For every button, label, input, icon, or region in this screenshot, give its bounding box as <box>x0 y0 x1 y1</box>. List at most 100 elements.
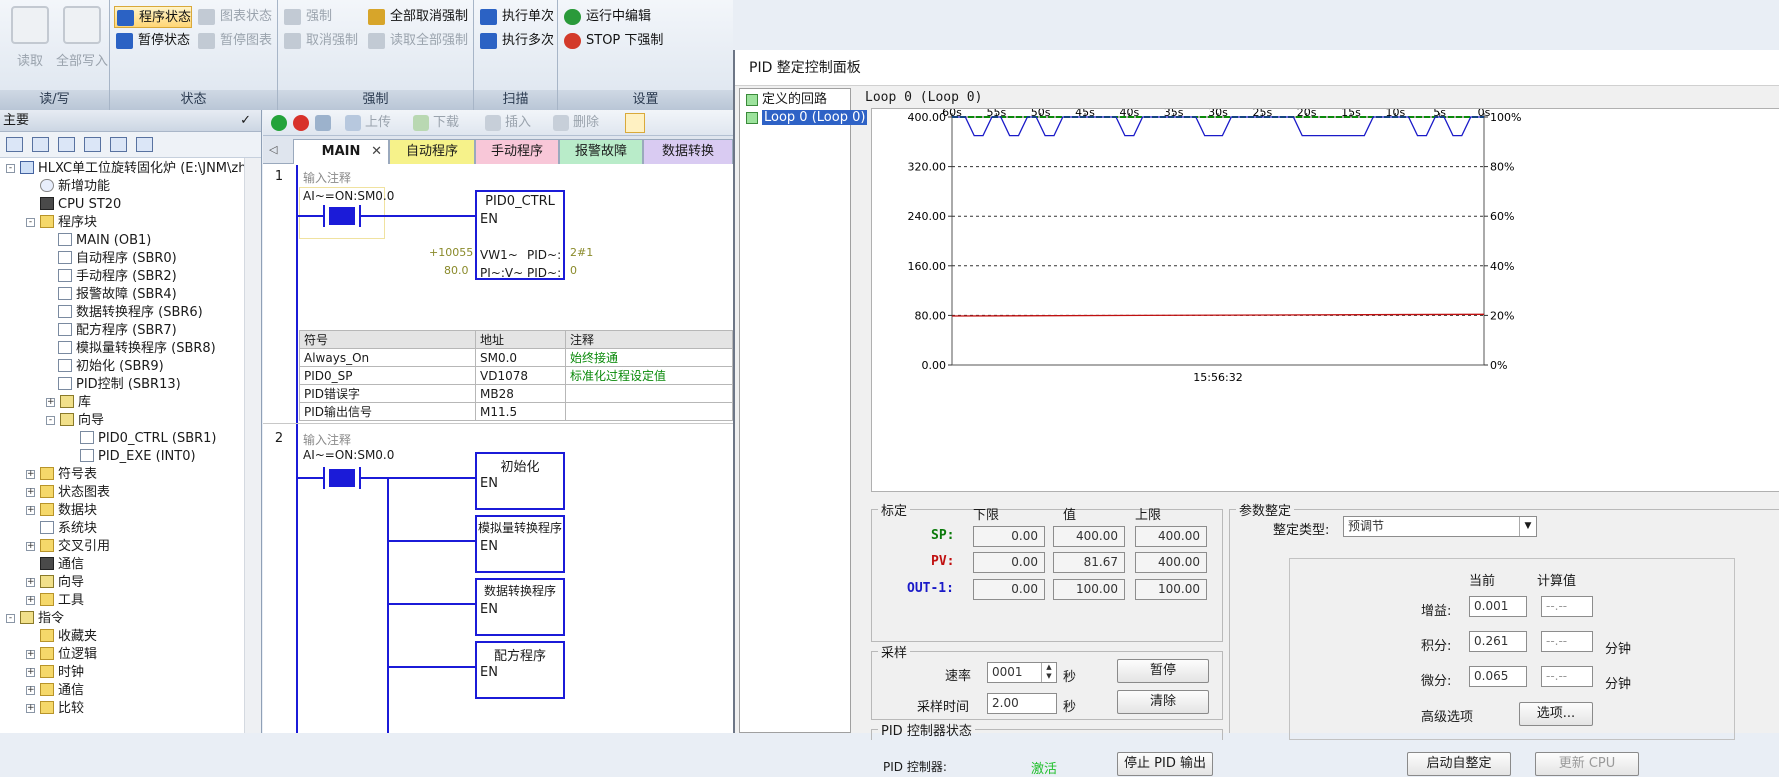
chevron-down-icon[interactable]: ▼ <box>1519 517 1536 536</box>
multi-scan-button[interactable]: 执行多次 <box>478 30 554 52</box>
tree-item[interactable]: 系统块 <box>40 520 97 538</box>
expand-icon[interactable]: + <box>26 506 35 515</box>
expand-icon[interactable]: + <box>46 398 55 407</box>
pv-high-field[interactable]: 400.00 <box>1135 552 1207 573</box>
compile-icon[interactable] <box>315 115 331 131</box>
sample-time-field[interactable]: 2.00 <box>987 693 1057 714</box>
tree-item[interactable]: 模拟量转换程序 (SBR8) <box>58 340 216 358</box>
tree-item[interactable]: 收藏夹 <box>24 628 97 646</box>
pause-chart-button[interactable]: 暂停图表 <box>196 30 272 52</box>
tree-item[interactable]: + 比较 <box>24 700 84 718</box>
tree-item[interactable]: + 通信 <box>24 682 84 700</box>
cancel-all-force-button[interactable]: 全部取消强制 <box>366 6 468 28</box>
tree-item-program-blocks[interactable]: - 程序块 <box>24 214 97 232</box>
tree-scrollbar[interactable] <box>244 158 261 733</box>
tree-item[interactable]: 报警故障 (SBR4) <box>58 286 177 304</box>
monitor-icon[interactable] <box>136 137 153 152</box>
tree-item-cpu[interactable]: CPU ST20 <box>40 196 121 214</box>
tree-item[interactable]: + 时钟 <box>24 664 84 682</box>
pid0-ctrl-box[interactable]: PID0_CTRL EN VW1~ PID~: PI~:V~ PID~: <box>475 190 565 280</box>
sp-high-field[interactable]: 400.00 <box>1135 526 1207 547</box>
tree-item[interactable]: + 工具 <box>24 592 84 610</box>
clear-button[interactable]: 清除 <box>1117 690 1209 714</box>
chart-status-button[interactable]: 图表状态 <box>196 6 272 28</box>
collapse-icon[interactable]: - <box>6 614 15 623</box>
tree-item[interactable]: + 符号表 <box>24 466 97 484</box>
expand-icon[interactable]: + <box>26 470 35 479</box>
tree-item[interactable]: 新增功能 <box>40 178 110 196</box>
expand-icon[interactable]: + <box>26 596 35 605</box>
tune-type-select[interactable]: 预调节 <box>1343 516 1537 537</box>
stop-force-button[interactable]: STOP 下强制 <box>562 30 663 52</box>
expand-icon[interactable]: + <box>26 650 35 659</box>
tree-item[interactable]: 手动程序 (SBR2) <box>58 268 177 286</box>
expand-icon[interactable]: + <box>26 542 35 551</box>
run-edit-button[interactable]: 运行中编辑 <box>562 6 651 28</box>
tree-item[interactable]: + 数据块 <box>24 502 97 520</box>
pv-low-field[interactable]: 0.00 <box>973 552 1045 573</box>
sp-low-field[interactable]: 0.00 <box>973 526 1045 547</box>
network-view-icon[interactable] <box>625 113 645 133</box>
cancel-force-button[interactable]: 取消强制 <box>282 30 358 52</box>
tree-item[interactable]: PID_EXE (INT0) <box>80 448 196 466</box>
out-low-field[interactable]: 0.00 <box>973 579 1045 600</box>
read-button[interactable]: 读取 <box>4 4 56 69</box>
derivative-field[interactable]: 0.065 <box>1469 666 1527 687</box>
analog-convert-box[interactable]: 模拟量转换程序 EN <box>475 515 565 573</box>
pv-value-field[interactable]: 81.67 <box>1053 552 1125 573</box>
tab-auto[interactable]: 自动程序 <box>389 139 475 164</box>
spinner-arrows-icon[interactable]: ▲ ▼ <box>1041 663 1056 682</box>
tree-item[interactable]: + 状态图表 <box>24 484 110 502</box>
expand-icon[interactable]: + <box>26 488 35 497</box>
stop-icon[interactable] <box>293 115 309 131</box>
tree-item[interactable]: PID0_CTRL (SBR1) <box>80 430 217 448</box>
integral-field[interactable]: 0.261 <box>1469 631 1527 652</box>
out-high-field[interactable]: 100.00 <box>1135 579 1207 600</box>
force-button[interactable]: 强制 <box>282 6 332 28</box>
collapse-icon[interactable]: - <box>26 218 35 227</box>
tree-item[interactable]: PID控制 (SBR13) <box>58 376 181 394</box>
gain-field[interactable]: 0.001 <box>1469 596 1527 617</box>
list-icon[interactable] <box>110 137 127 152</box>
tab-scroll-left-icon[interactable]: ◁ <box>269 143 277 156</box>
read-all-force-button[interactable]: 读取全部强制 <box>366 30 468 52</box>
doc-icon[interactable] <box>58 137 75 152</box>
tree-item[interactable]: + 交叉引用 <box>24 538 110 556</box>
tree-item[interactable]: + 位逻辑 <box>24 646 97 664</box>
upload-button[interactable]: 上传 <box>345 114 391 132</box>
tree-item-project[interactable]: - HLXC单工位旋转固化炉 (E:\JNM\zh <box>4 160 246 178</box>
write-all-button[interactable]: 全部写入 <box>52 4 112 69</box>
doc-icon[interactable] <box>84 137 101 152</box>
network-1[interactable]: 1 输入注释 AI~=ON:SM0.0 PID0_CTRL EN VW1~ PI… <box>263 165 733 425</box>
collapse-icon[interactable]: - <box>46 416 55 425</box>
tree-item[interactable]: 初始化 (SBR9) <box>58 358 164 376</box>
expand-icon[interactable]: + <box>26 578 35 587</box>
options-button[interactable]: 选项... <box>1519 702 1593 726</box>
data-convert-box[interactable]: 数据转换程序 EN <box>475 578 565 636</box>
tree-item-loop0[interactable]: Loop 0 (Loop 0) <box>744 109 868 127</box>
start-autotune-button[interactable]: 启动自整定 <box>1407 752 1511 776</box>
insert-button[interactable]: 插入 <box>485 114 531 132</box>
network-2[interactable]: 2 输入注释 AI~=ON:SM0.0 初始化 EN 模拟量转换程序 EN 数据转换… <box>263 425 733 733</box>
tree-item-instructions[interactable]: - 指令 <box>4 610 64 628</box>
tree-item[interactable]: 配方程序 (SBR7) <box>58 322 177 340</box>
pause-button[interactable]: 暂停 <box>1117 659 1209 683</box>
out-value-field[interactable]: 100.00 <box>1053 579 1125 600</box>
recipe-box[interactable]: 配方程序 EN <box>475 641 565 699</box>
contact-energized[interactable] <box>329 207 355 225</box>
expand-icon[interactable]: + <box>26 686 35 695</box>
delete-button[interactable]: 删除 <box>553 114 599 132</box>
single-scan-button[interactable]: 执行单次 <box>478 6 554 28</box>
tree-item-library[interactable]: + 库 <box>44 394 91 412</box>
tree-item[interactable]: + 向导 <box>24 574 84 592</box>
tree-item-defined-loops[interactable]: 定义的回路 <box>744 91 827 109</box>
tab-manual[interactable]: 手动程序 <box>475 139 559 164</box>
tab-alarm[interactable]: 报警故障 <box>559 139 643 164</box>
contact-energized[interactable] <box>329 469 355 487</box>
tab-main[interactable]: MAIN ✕ <box>293 139 389 164</box>
expand-icon[interactable]: + <box>26 668 35 677</box>
tab-data-convert[interactable]: 数据转换 <box>643 139 733 164</box>
tree-item[interactable]: 自动程序 (SBR0) <box>58 250 177 268</box>
tree-item-wizard[interactable]: - 向导 <box>44 412 104 430</box>
expand-icon[interactable]: + <box>26 704 35 713</box>
